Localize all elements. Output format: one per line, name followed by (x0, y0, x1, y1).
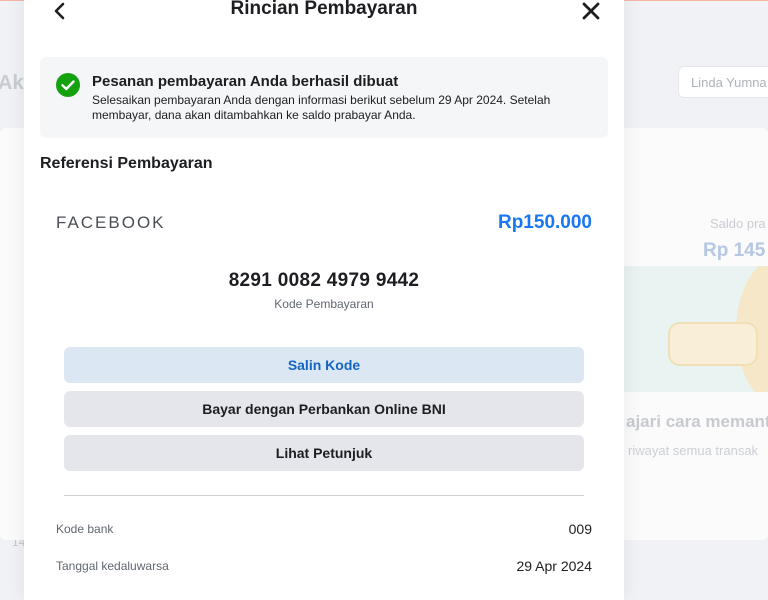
payment-code-label: Kode Pembayaran (274, 297, 374, 311)
bank-code-value: 009 (568, 521, 592, 537)
expiry-date-value: 29 Apr 2024 (516, 558, 592, 574)
divider (64, 495, 584, 496)
section-title: Referensi Pembayaran (40, 155, 213, 172)
coin-illustration (624, 266, 768, 392)
payment-details-modal: Rincian Pembayaran Pesanan pembayaran An… (24, 0, 624, 600)
account-selector[interactable]: Linda Yumna (678, 66, 768, 98)
expiry-date-label: Tanggal kedaluwarsa (56, 559, 169, 573)
saldo-value: Rp 145 (703, 240, 766, 261)
plate-shape (668, 322, 758, 366)
bank-code-label: Kode bank (56, 522, 114, 536)
success-notice: Pesanan pembayaran Anda berhasil dibuat … (40, 57, 608, 138)
view-instructions-button[interactable]: Lihat Petunjuk (64, 435, 584, 471)
success-title: Pesanan pembayaran Anda berhasil dibuat (92, 73, 399, 90)
payment-amount: Rp150.000 (497, 212, 592, 233)
saldo-label: Saldo pra (710, 216, 766, 231)
history-text: riwayat semua transak (628, 443, 759, 458)
payment-code: 8291 0082 4979 9442 (228, 270, 420, 291)
check-circle-icon (56, 73, 80, 97)
merchant-brand: FACEBOOK (56, 213, 166, 232)
pay-online-banking-button[interactable]: Bayar dengan Perbankan Online BNI (64, 391, 584, 427)
close-icon[interactable] (580, 0, 602, 22)
success-message: Selesaikan pembayaran Anda dengan inform… (92, 93, 551, 122)
learn-title: ajari cara memanta (626, 412, 768, 431)
modal-title: Rincian Pembayaran (230, 0, 418, 19)
copy-code-button[interactable]: Salin Kode (64, 347, 584, 383)
